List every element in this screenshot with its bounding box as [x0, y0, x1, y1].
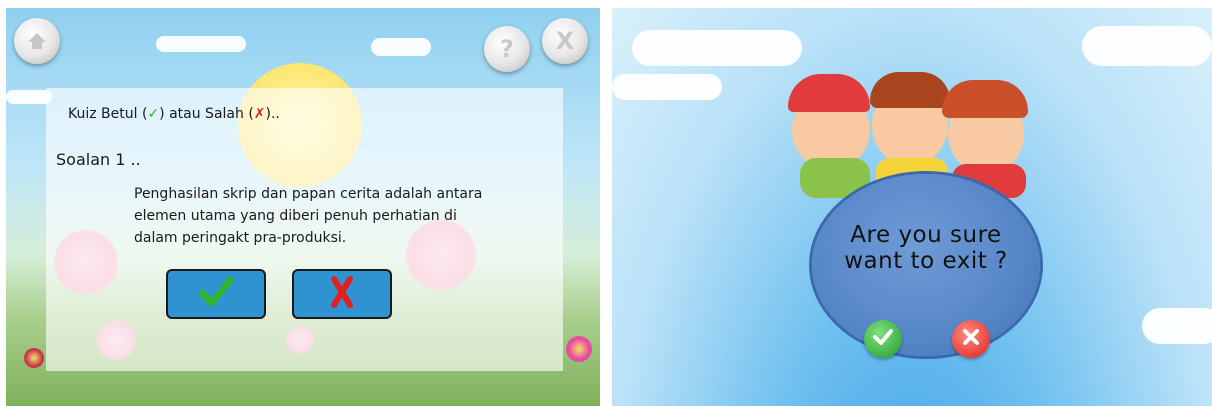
cloud [1142, 308, 1212, 344]
check-icon: ✓ [147, 106, 160, 122]
question-line: dalam peringakt pra-produksi. [134, 230, 347, 246]
cloud [612, 74, 722, 100]
question-line: Penghasilan skrip dan papan cerita adala… [134, 186, 483, 202]
quiz-instruction: Kuiz Betul (✓) atau Salah (✗).. [68, 106, 280, 122]
flower [566, 336, 592, 362]
cloud [632, 30, 802, 66]
exit-screen: Are you sure want to exit ? [612, 8, 1212, 406]
question-line: elemen utama yang diberi penuh perhatian… [134, 208, 457, 224]
exit-prompt-line: Are you sure [850, 222, 1002, 248]
exit-prompt: Are you sure want to exit ? [812, 222, 1040, 274]
check-icon [198, 276, 234, 311]
exit-prompt-line: want to exit ? [844, 248, 1008, 274]
confirm-exit-button[interactable] [864, 320, 902, 358]
help-label: ? [500, 35, 514, 63]
kid-hair [870, 72, 950, 108]
cancel-exit-button[interactable] [952, 320, 990, 358]
true-button[interactable] [166, 269, 266, 319]
cloud [156, 36, 246, 52]
home-icon [26, 30, 48, 52]
instruction-text: ).. [265, 106, 280, 122]
help-button[interactable]: ? [484, 26, 530, 72]
kid-hair [942, 80, 1028, 118]
instruction-text: Kuiz Betul ( [68, 106, 148, 122]
false-button[interactable] [292, 269, 392, 319]
cloud [1082, 26, 1212, 66]
close-label: X [555, 27, 575, 55]
instruction-text: ) atau Salah ( [159, 106, 254, 122]
question-title: Soalan 1 .. [56, 150, 141, 169]
home-button[interactable] [14, 18, 60, 64]
cross-icon: ✗ [253, 106, 266, 122]
flower [24, 348, 44, 368]
close-button[interactable]: X [542, 18, 588, 64]
cross-icon [329, 275, 355, 313]
kid-cap [788, 74, 870, 112]
check-icon [872, 327, 894, 351]
cloud [371, 38, 431, 56]
quiz-screen: ? X Kuiz Betul (✓) atau Salah (✗).. Soal… [6, 8, 600, 406]
cross-icon [962, 328, 980, 350]
